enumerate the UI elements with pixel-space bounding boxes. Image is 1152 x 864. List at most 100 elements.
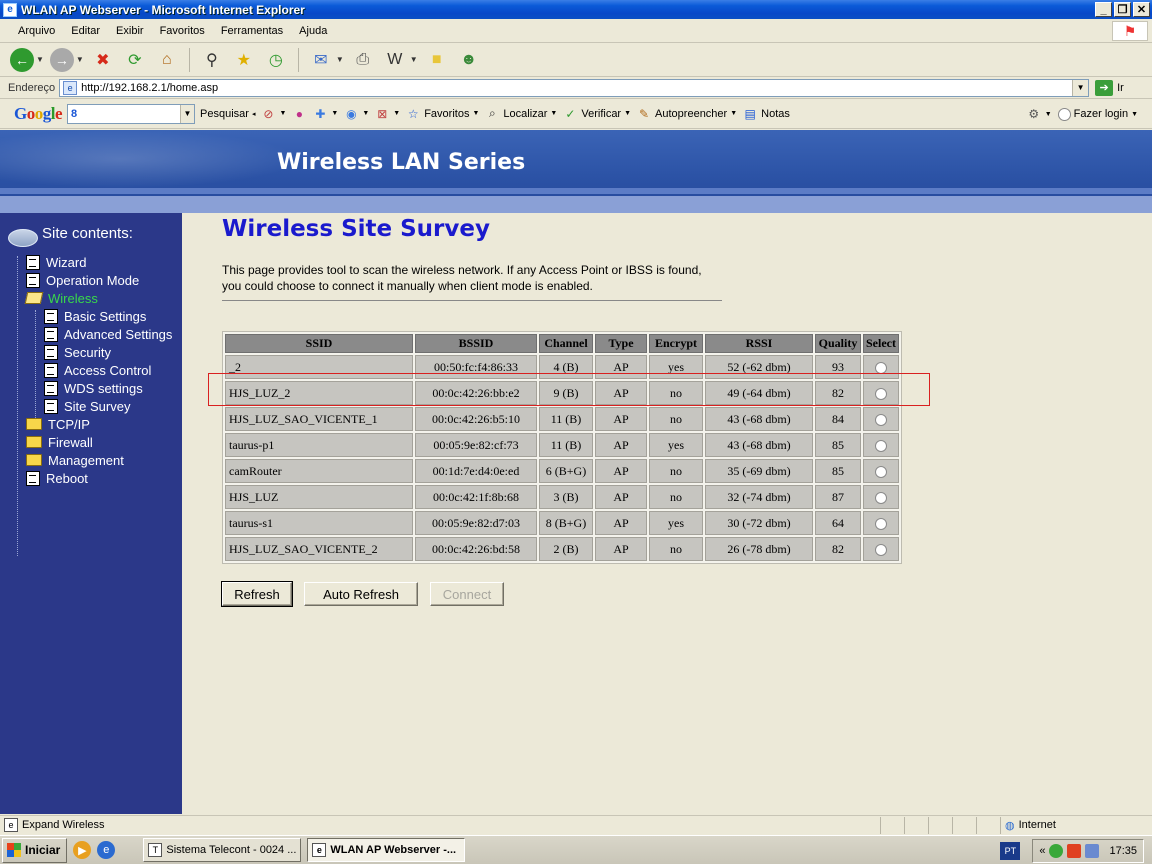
google-search-value[interactable]: 8 <box>71 108 77 120</box>
select-radio[interactable] <box>875 361 887 374</box>
refresh-button[interactable]: Refresh <box>221 581 293 607</box>
refresh-icon[interactable]: ⟳ <box>122 47 148 73</box>
select-radio[interactable] <box>875 517 887 530</box>
sidebar-item-management[interactable]: Management <box>0 451 182 469</box>
sidebar-item-firewall[interactable]: Firewall <box>0 433 182 451</box>
favorites-star-icon[interactable]: ★ <box>231 47 257 73</box>
sidebar-item-wireless[interactable]: Wireless <box>0 289 182 307</box>
media-player-icon[interactable]: ▶ <box>73 841 92 859</box>
back-dropdown-icon[interactable]: ▼ <box>36 55 44 64</box>
restore-button[interactable]: ❐ <box>1114 2 1131 17</box>
task-sistema-telecont[interactable]: T Sistema Telecont - 0024 ... <box>143 838 302 862</box>
edit-dropdown-icon[interactable]: ▼ <box>410 55 418 64</box>
stop-icon[interactable]: ✖ <box>90 47 116 73</box>
go-button[interactable]: ➔ Ir <box>1095 79 1124 96</box>
sidebar-item-wizard[interactable]: Wizard <box>0 253 182 271</box>
status-bar: e Expand Wireless ◍ Internet <box>0 815 1152 834</box>
start-button[interactable]: Iniciar <box>2 837 68 863</box>
tray-app-icon[interactable] <box>1049 843 1064 858</box>
status-text-area: e Expand Wireless <box>0 818 880 832</box>
close-button[interactable]: ✕ <box>1133 2 1150 17</box>
gb-verify-label: Verificar <box>581 107 622 120</box>
home-icon[interactable]: ⌂ <box>154 47 180 73</box>
gb-login-button[interactable]: Fazer login ▼ <box>1057 107 1138 121</box>
tray-app-icon[interactable] <box>1067 843 1082 858</box>
gb-popup-button[interactable]: ⊘ ▼ <box>260 106 286 122</box>
google-search-button[interactable]: Pesquisar ◂ <box>200 108 255 120</box>
print-icon[interactable]: ⎙ <box>350 47 376 73</box>
address-input[interactable]: e http://192.168.2.1/home.asp ▼ <box>59 78 1090 97</box>
menu-ajuda[interactable]: Ajuda <box>291 25 335 37</box>
forward-icon[interactable]: → <box>49 47 74 72</box>
gb-locate-button[interactable]: ⌕ Localizar ▼ <box>484 106 557 122</box>
gb-notes-button[interactable]: ▤ Notas <box>742 106 789 122</box>
select-radio[interactable] <box>875 413 887 426</box>
language-indicator[interactable]: PT <box>1000 841 1021 860</box>
sidebar-item-tcp-ip[interactable]: TCP/IP <box>0 415 182 433</box>
ie-quicklaunch-icon[interactable]: e <box>97 841 116 859</box>
sidebar-item-basic-settings[interactable]: Basic Settings <box>0 307 182 325</box>
select-radio[interactable] <box>875 465 887 478</box>
gb-verify-button[interactable]: ✓ Verificar ▼ <box>562 106 631 122</box>
gb-orkut-button[interactable]: ● <box>291 106 307 122</box>
discuss-icon[interactable]: ■ <box>424 47 450 73</box>
auto-refresh-button[interactable]: Auto Refresh <box>304 582 418 606</box>
sidebar-item-operation-mode[interactable]: Operation Mode <box>0 271 182 289</box>
connect-button[interactable]: Connect <box>430 582 504 606</box>
google-search-input[interactable]: 8 ▼ <box>67 103 196 124</box>
gb-autofill-button[interactable]: ✎ Autopreencher ▼ <box>636 106 737 122</box>
gb-favorites-button[interactable]: ☆ Favoritos ▼ <box>405 106 480 122</box>
cell-ssid: HJS_LUZ_SAO_VICENTE_1 <box>225 407 413 431</box>
chevron-left-icon[interactable]: « <box>1039 845 1045 857</box>
menu-bar: Arquivo Editar Exibir Favoritos Ferramen… <box>0 19 1152 43</box>
history-icon[interactable]: ◷ <box>263 47 289 73</box>
google-search-dropdown-icon[interactable]: ▼ <box>180 104 195 123</box>
network-icon[interactable] <box>1085 843 1100 858</box>
clock[interactable]: 17:35 <box>1109 845 1137 857</box>
select-radio[interactable] <box>875 491 887 504</box>
gb-talk-button[interactable]: ◉ ▼ <box>343 106 369 122</box>
gb-locate-label: Localizar <box>503 107 548 120</box>
mail-icon[interactable]: ✉ <box>308 47 334 73</box>
gb-settings-button[interactable]: ⚙ ▼ <box>1026 106 1051 122</box>
ie-icon: e <box>312 843 327 857</box>
sidebar-item-label: Wireless <box>48 290 98 306</box>
cell-quality: 87 <box>815 485 861 509</box>
task-wlan-ap-webserver[interactable]: e WLAN AP Webserver -... <box>307 838 466 862</box>
sidebar-item-advanced-settings[interactable]: Advanced Settings <box>0 325 182 343</box>
sidebar-item-reboot[interactable]: Reboot <box>0 469 182 487</box>
back-icon[interactable]: ← <box>10 47 34 72</box>
table-header-row: SSID BSSID Channel Type Encrypt RSSI Qua… <box>225 334 899 353</box>
main-content: Wireless Site Survey This page provides … <box>182 213 1152 814</box>
gb-plus-button[interactable]: ✚ ▼ <box>312 106 338 122</box>
messenger-icon[interactable]: ☻ <box>456 47 482 73</box>
chevron-icon: ◂ <box>251 110 256 118</box>
address-dropdown-icon[interactable]: ▼ <box>1072 79 1089 96</box>
search-icon[interactable]: ⚲ <box>199 47 225 73</box>
menu-exibir[interactable]: Exibir <box>108 25 152 37</box>
minimize-button[interactable]: _ <box>1095 2 1112 17</box>
cell-rssi: 32 (-74 dbm) <box>705 485 813 509</box>
gb-block-button[interactable]: ⊠ ▼ <box>374 106 400 122</box>
cell-rssi: 30 (-72 dbm) <box>705 511 813 535</box>
cell-type: AP <box>595 537 647 561</box>
mail-dropdown-icon[interactable]: ▼ <box>336 55 344 64</box>
cell-channel: 11 (B) <box>539 433 593 457</box>
select-radio[interactable] <box>875 439 887 452</box>
sidebar-item-access-control[interactable]: Access Control <box>0 361 182 379</box>
select-radio[interactable] <box>875 543 887 556</box>
menu-ferramentas[interactable]: Ferramentas <box>213 25 291 37</box>
menu-arquivo[interactable]: Arquivo <box>10 25 63 37</box>
window-title: WLAN AP Webserver - Microsoft Internet E… <box>21 2 305 17</box>
sidebar-item-site-survey[interactable]: Site Survey <box>0 397 182 415</box>
chevron-down-icon: ▼ <box>1131 110 1138 118</box>
address-url[interactable]: http://192.168.2.1/home.asp <box>81 82 218 94</box>
page-icon <box>44 344 58 360</box>
sidebar-item-wds-settings[interactable]: WDS settings <box>0 379 182 397</box>
sidebar-item-security[interactable]: Security <box>0 343 182 361</box>
menu-editar[interactable]: Editar <box>63 25 108 37</box>
forward-dropdown-icon[interactable]: ▼ <box>76 55 84 64</box>
edit-icon[interactable]: W <box>382 47 408 73</box>
menu-favoritos[interactable]: Favoritos <box>152 25 213 37</box>
page-description: This page provides tool to scan the wire… <box>222 263 702 293</box>
